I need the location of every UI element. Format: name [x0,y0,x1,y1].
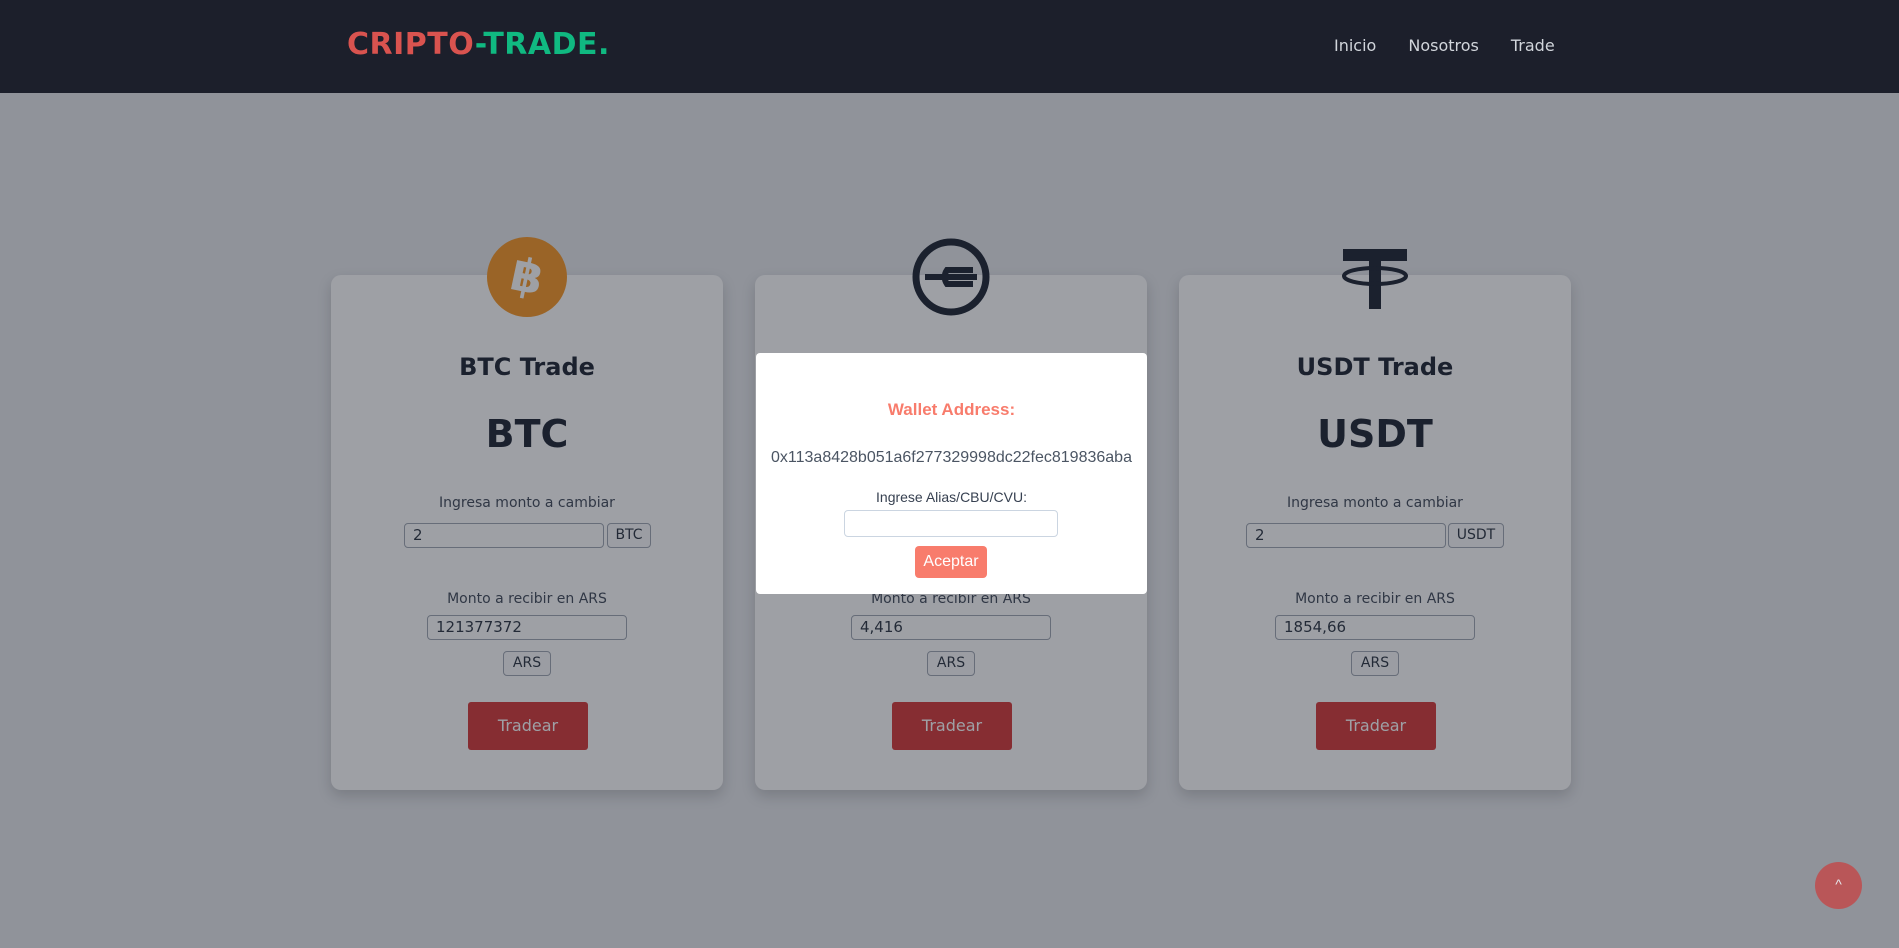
aceptar-button[interactable]: Aceptar [915,546,987,578]
nav-item-inicio[interactable]: Inicio [1334,36,1376,55]
modal-title: Wallet Address: [887,400,1016,419]
navbar: CRIPTO-TRADE. Inicio Nosotros Trade [0,0,1899,93]
brand-part1: CRIPTO [347,27,475,62]
brand-logo[interactable]: CRIPTO-TRADE. [347,27,610,62]
nav-item-trade[interactable]: Trade [1511,36,1555,55]
wallet-address: 0x113a8428b051a6f277329998dc22fec819836a… [771,449,1132,466]
nav-item-nosotros[interactable]: Nosotros [1408,36,1479,55]
scroll-top-button[interactable]: ^ [1815,862,1862,909]
nav-links: Inicio Nosotros Trade [1334,36,1555,55]
alias-label: Ingrese Alias/CBU/CVU: [876,489,1027,505]
alias-input[interactable] [844,510,1058,537]
brand-part2: -TRADE. [474,27,610,62]
wallet-modal: Wallet Address: 0x113a8428b051a6f2773299… [756,353,1147,594]
